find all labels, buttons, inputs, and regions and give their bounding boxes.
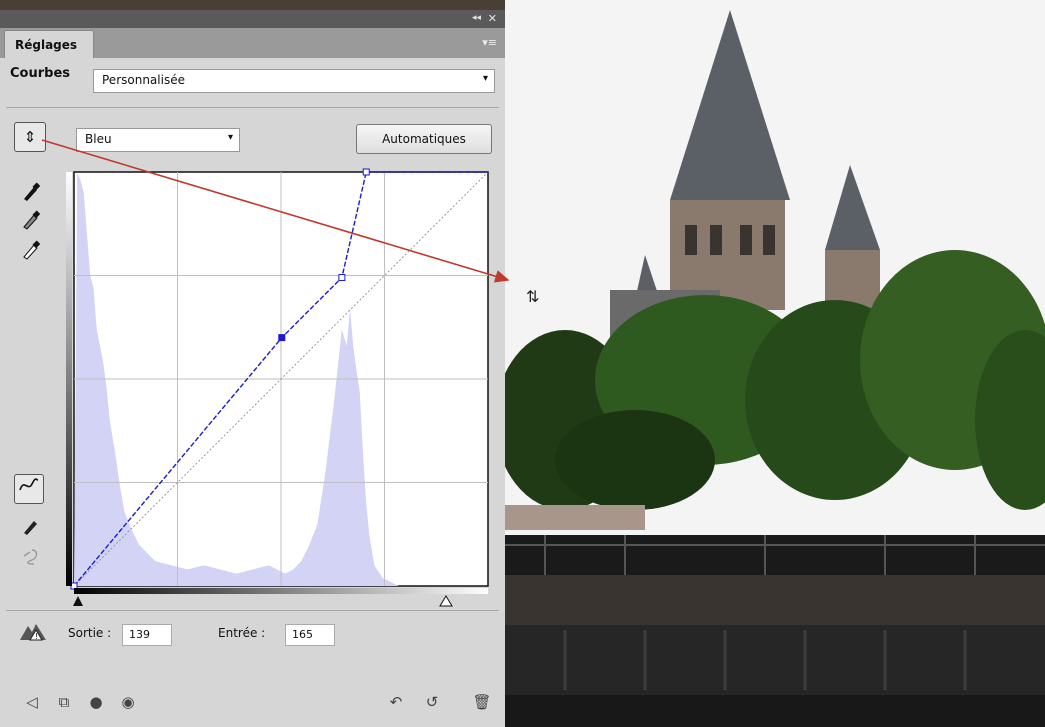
gray-point-eyedropper-icon[interactable] [18, 208, 44, 232]
curve-point[interactable] [338, 274, 346, 282]
document-photo [505, 0, 1045, 727]
preset-value: Personnalisée [102, 73, 185, 87]
output-field[interactable]: 139 [122, 624, 172, 646]
input-field[interactable]: 165 [285, 624, 335, 646]
auto-button[interactable]: Automatiques [356, 124, 492, 154]
close-icon[interactable]: ✕ [488, 12, 497, 25]
chevron-down-icon: ▾ [482, 73, 488, 84]
black-point-slider[interactable] [73, 596, 83, 606]
on-image-adjustment-icon[interactable]: ⇕ [14, 122, 46, 152]
output-gradient [66, 172, 72, 586]
eye-icon[interactable]: ◉ [116, 690, 140, 714]
curve-graph[interactable] [62, 168, 498, 608]
visibility-icon[interactable]: ● [84, 690, 108, 714]
reset-icon[interactable]: ↺ [420, 690, 444, 714]
white-point-slider[interactable] [439, 595, 453, 607]
clip-to-layer-icon[interactable]: ⧉ [52, 690, 76, 714]
preset-dropdown[interactable]: Personnalisée ▾ [93, 69, 495, 93]
back-arrow-icon[interactable]: ◁ [20, 690, 44, 714]
curve-point[interactable] [362, 168, 370, 176]
channel-dropdown[interactable]: Bleu ▾ [76, 128, 240, 152]
divider [6, 107, 499, 108]
collapse-icon[interactable]: ◂◂ [472, 13, 481, 23]
panel-header: ◂◂ ✕ [0, 10, 505, 28]
panel-title-strip [0, 0, 505, 10]
smooth-curve-icon[interactable] [18, 544, 44, 568]
clip-warning-icon[interactable]: ! [18, 620, 48, 648]
black-point-eyedropper-icon[interactable] [18, 180, 44, 204]
curve-point[interactable] [278, 334, 286, 342]
divider [6, 610, 499, 611]
svg-text:!: ! [35, 632, 38, 641]
pencil-icon[interactable] [18, 514, 44, 538]
adjustments-panel: ◂◂ ✕ Réglages ▾≡ Courbes Personnalisée ▾… [0, 0, 505, 727]
adjustment-title: Courbes [10, 66, 70, 81]
curve-edit-icon[interactable] [14, 474, 44, 504]
previous-state-icon[interactable]: ↶ [384, 690, 408, 714]
on-image-cursor-icon: ⇅ [526, 287, 540, 306]
trash-icon[interactable]: 🗑 [470, 690, 494, 714]
panel-menu-icon[interactable]: ▾≡ [482, 36, 497, 49]
tab-bar: Réglages ▾≡ [0, 28, 505, 58]
white-point-eyedropper-icon[interactable] [18, 238, 44, 262]
output-label: Sortie : [68, 626, 112, 640]
input-gradient [74, 588, 488, 594]
input-label: Entrée : [218, 626, 266, 640]
chevron-down-icon: ▾ [227, 132, 233, 143]
channel-value: Bleu [85, 132, 112, 146]
tab-reglages[interactable]: Réglages [4, 30, 94, 58]
